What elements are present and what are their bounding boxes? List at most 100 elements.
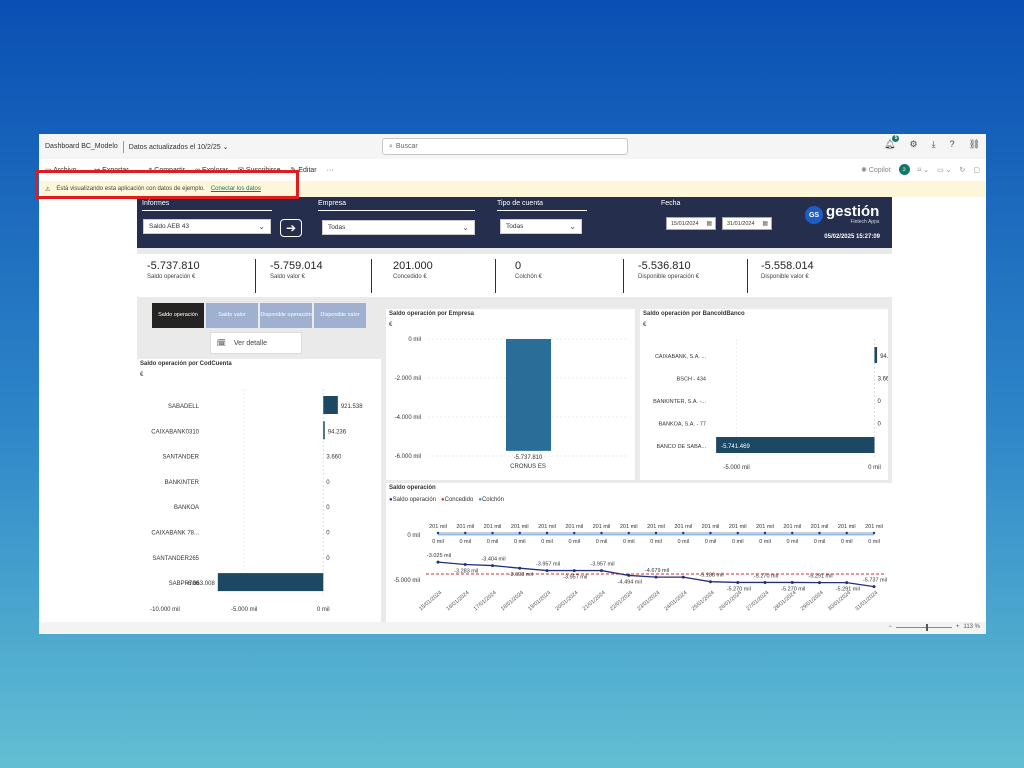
point-concedido <box>464 531 467 535</box>
category-label: BSCH - 434 <box>677 377 706 383</box>
calendar-icon: ▦ <box>706 221 712 227</box>
search-placeholder: Buscar <box>395 143 418 150</box>
ver-detalle-label: Ver detalle <box>233 339 267 347</box>
tick-label: -5.000 mil <box>394 578 420 584</box>
refresh-icon[interactable]: ↻ <box>960 166 966 174</box>
data-label: 0 <box>326 480 330 486</box>
zoom-out-icon[interactable]: − <box>888 624 892 630</box>
data-label-saldo: -3.693 mil <box>509 572 533 578</box>
point-saldo <box>818 581 821 585</box>
copilot-button[interactable]: ✺ Copilot <box>861 166 891 174</box>
divider <box>255 259 256 293</box>
divider <box>747 259 748 293</box>
tick-label: -10.000 mil <box>150 607 180 613</box>
kpi-label: Disponible valor € <box>761 274 809 280</box>
empresa-select[interactable]: Todas ⌄ <box>322 220 475 235</box>
tab-disponible-operacion[interactable]: Disponible operación <box>260 303 312 328</box>
legend-item[interactable]: ●Saldo operación <box>389 497 436 503</box>
point-saldo <box>845 581 849 585</box>
point-saldo <box>736 580 740 584</box>
chart-unit: € <box>389 322 393 328</box>
ver-detalle-button[interactable]: 🗓︎ Ver detalle <box>210 332 302 354</box>
data-label-saldo: -4.494 mil <box>618 579 642 585</box>
point-concedido <box>491 531 494 535</box>
data-label-colchon: 0 mil <box>432 539 444 545</box>
date-from-input[interactable]: 15/01/2024 ▦ <box>666 217 716 230</box>
zoom-slider[interactable] <box>895 623 952 631</box>
bell-icon[interactable]: 🔔︎ 5 <box>884 135 900 150</box>
divider <box>623 259 624 293</box>
data-label-colchon: 0 mil <box>841 539 853 545</box>
panel-empresa: Saldo operación por Empresa € 0 mil -2.00… <box>386 309 635 480</box>
report-title: Dashboard BC_Modelo <box>45 143 118 150</box>
share-icon[interactable]: ⛓ <box>969 139 980 150</box>
help-icon[interactable]: ? <box>950 139 955 150</box>
tipo-cuenta-select[interactable]: Todas ⌄ <box>500 219 582 234</box>
divider <box>122 140 124 153</box>
x-tick-label: 17/01/2024 <box>473 590 498 612</box>
category-label: SANTANDER <box>162 455 199 461</box>
data-label-colchon: 0 mil <box>868 539 880 545</box>
point-saldo <box>518 566 522 570</box>
data-label: 921.538 <box>341 404 363 410</box>
data-label-concedido: 201 mil <box>511 524 529 530</box>
bookmark-icon[interactable]: ⌑ ⌄ <box>918 166 929 174</box>
arrow-right-button[interactable]: ➔ <box>280 219 302 237</box>
data-label-colchon: 0 mil <box>514 539 526 545</box>
data-label-concedido: 201 mil <box>838 524 856 530</box>
data-label-colchon: 0 mil <box>786 539 798 545</box>
tick-label: -2.000 mil <box>395 376 421 382</box>
gs-logo: GS gestión Fintech Apps <box>805 204 879 225</box>
x-tick-label: 26/01/2024 <box>718 590 743 612</box>
point-concedido <box>682 531 685 535</box>
chart-unit: € <box>643 322 647 328</box>
data-label-concedido: 201 mil <box>565 524 583 530</box>
zoom-thumb[interactable] <box>925 623 928 631</box>
informes-select[interactable]: Saldo AEB 43 ⌄ <box>143 219 271 234</box>
chart-legend: ●Saldo operación ●Concedido ●Colchón <box>389 497 504 503</box>
legend-item[interactable]: ●Colchón <box>478 497 504 503</box>
kpi-label: Saldo operación € <box>147 274 196 280</box>
tab-disponible-valor[interactable]: Disponible valor <box>314 303 366 328</box>
chart-title: Saldo operación por BancoIdBanco <box>643 311 745 317</box>
data-label-concedido: 201 mil <box>456 524 474 530</box>
data-label-saldo: -5.737 mil <box>863 578 887 584</box>
more-button[interactable]: ··· <box>327 167 334 174</box>
data-label-concedido: 201 mil <box>593 524 611 530</box>
point-concedido <box>654 531 658 535</box>
zoom-control[interactable]: − + 113 % <box>888 623 980 631</box>
data-label: -5.741.469 <box>721 444 750 450</box>
view-icon[interactable]: ▭ ⌄ <box>937 166 951 174</box>
category-label: BANKINTER <box>165 480 200 486</box>
legend-label: Colchón <box>481 497 504 503</box>
x-tick-label: 22/01/2024 <box>609 590 634 612</box>
tab-saldo-operacion[interactable]: Saldo operación <box>152 303 204 328</box>
data-label-concedido: 201 mil <box>756 524 774 530</box>
data-label: -5.737.810 <box>514 455 543 461</box>
download-icon[interactable]: ⤓ <box>932 139 936 150</box>
updated-dropdown[interactable]: Datos actualizados el 10/2/25 ⌄ <box>129 143 229 151</box>
kpi-strip: -5.737.810 Saldo operación € -5.759.014 Sa… <box>137 254 892 297</box>
zoom-in-icon[interactable]: + <box>956 624 960 630</box>
point-saldo <box>545 569 549 573</box>
data-label-colchon: 0 mil <box>623 539 635 545</box>
comment-icon[interactable]: ▢ <box>973 166 980 174</box>
point-saldo <box>600 569 603 573</box>
point-saldo <box>463 562 467 566</box>
data-label-concedido: 201 mil <box>702 524 720 530</box>
teams-icon[interactable]: ↄ <box>898 164 910 175</box>
legend-item[interactable]: ●Concedido <box>441 497 473 503</box>
data-label-concedido: 201 mil <box>865 524 883 530</box>
tab-saldo-valor[interactable]: Saldo valor <box>206 303 258 328</box>
logo-initials: GS <box>805 206 823 224</box>
point-concedido <box>845 531 848 535</box>
settings-icon[interactable]: ⚙ <box>909 139 917 150</box>
date-to-input[interactable]: 31/01/2024 ▦ <box>722 217 772 230</box>
chart-saldo-operacion: 0 mil -5.000 mil 201 mil 0 mil 201 mil 0 mil 2… <box>394 524 887 612</box>
bar <box>217 573 324 592</box>
x-tick-label: 27/01/2024 <box>745 590 770 612</box>
point-concedido <box>600 531 603 535</box>
category-label: BANKOA <box>174 505 199 511</box>
notification-badge: 5 <box>892 135 900 142</box>
search-input[interactable]: ⌕ Buscar <box>382 138 628 155</box>
